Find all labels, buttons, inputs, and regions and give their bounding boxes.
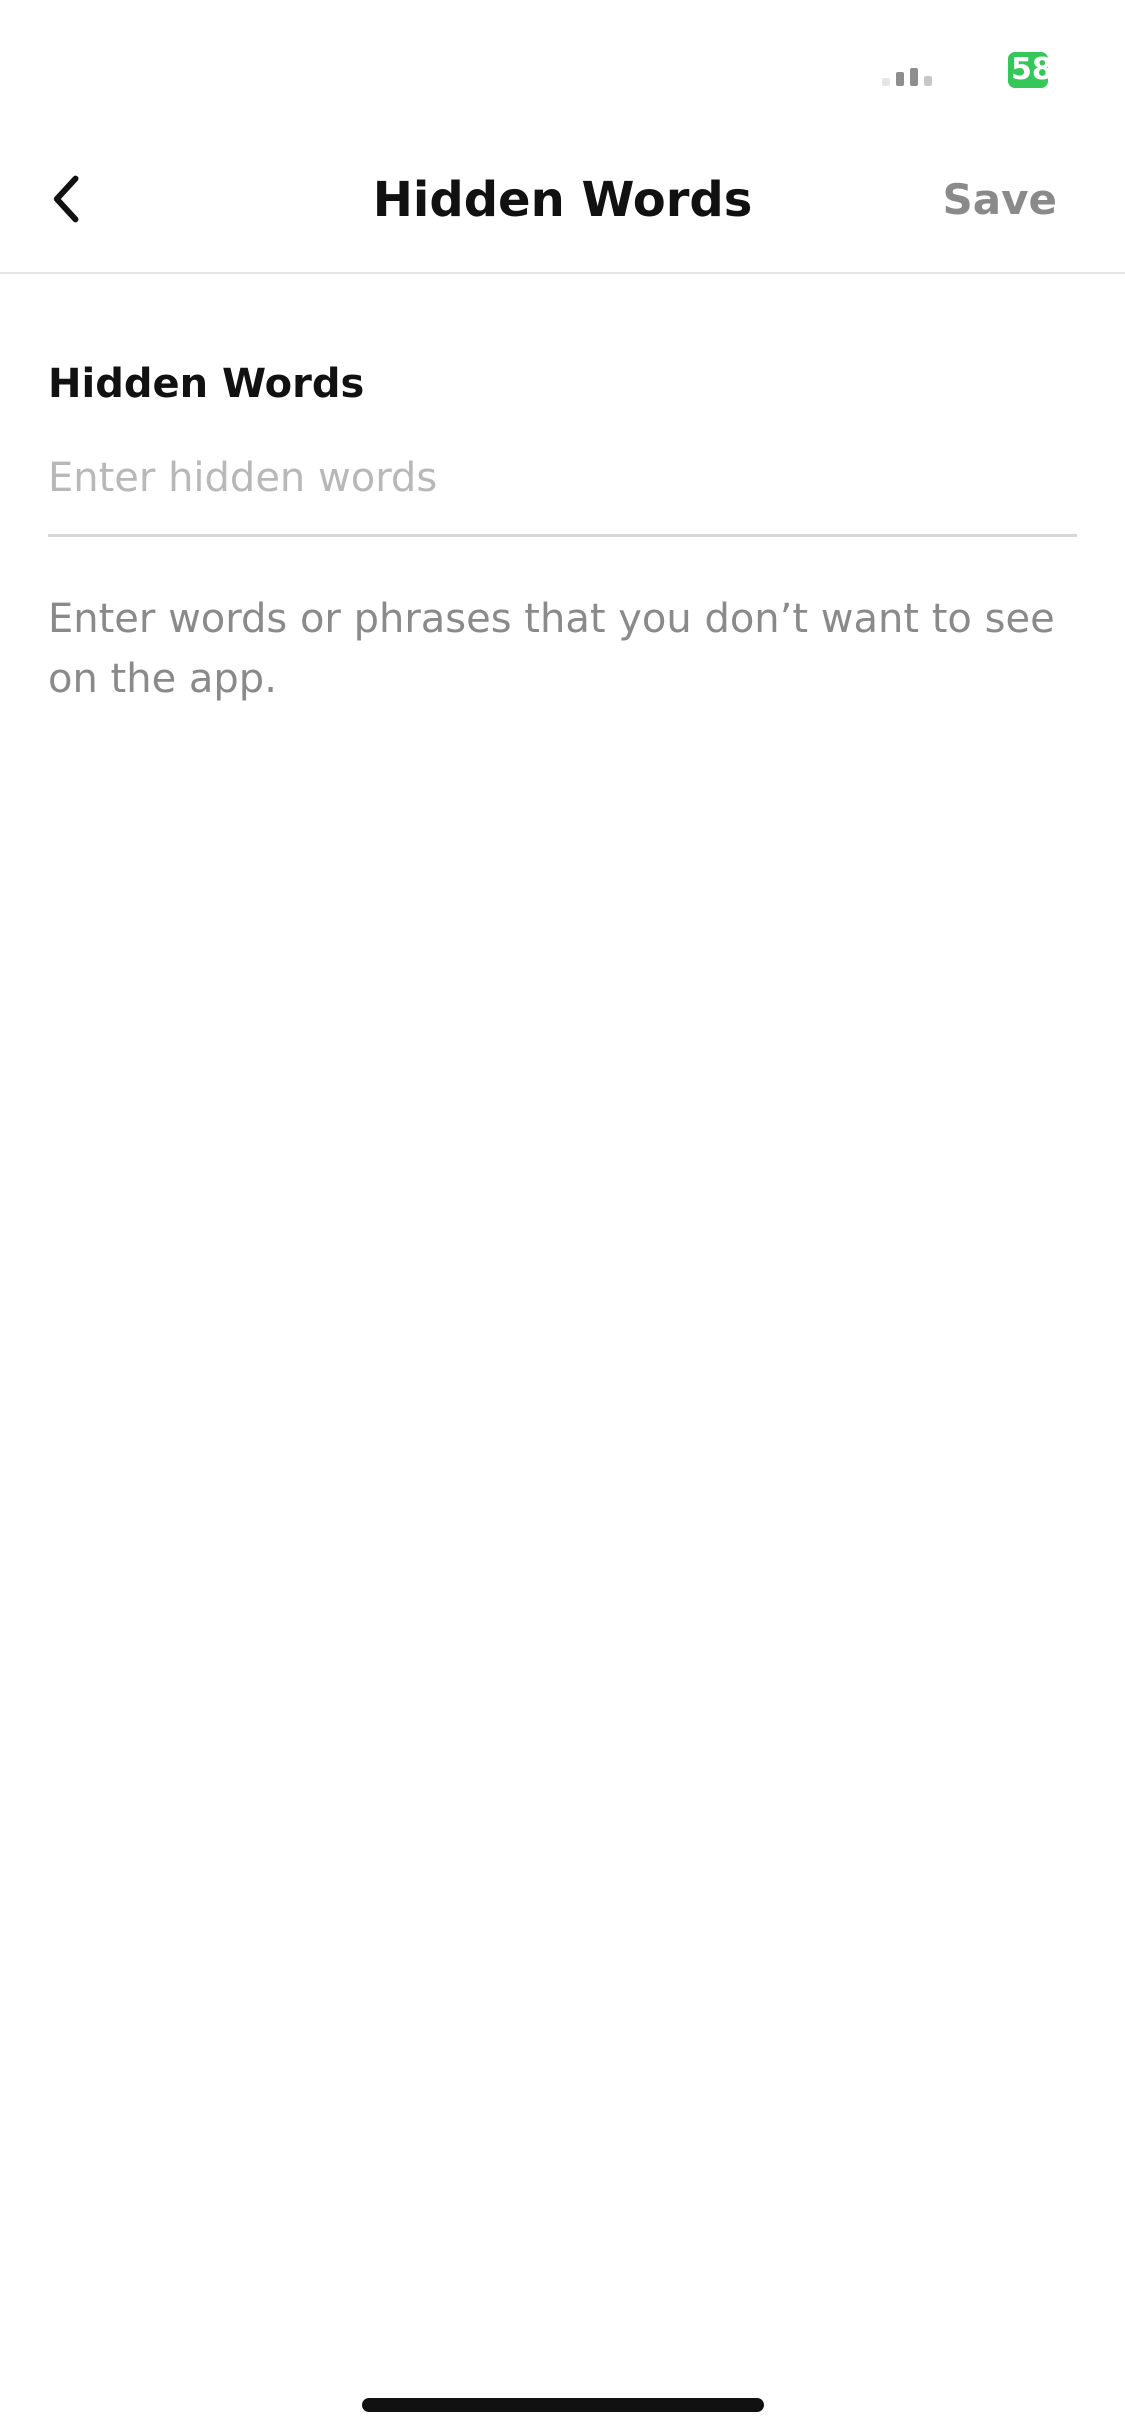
home-indicator[interactable] <box>362 2398 764 2412</box>
hidden-words-form: Hidden Words Enter words or phrases that… <box>48 274 1077 709</box>
status-bar: 58 <box>0 0 1125 140</box>
hidden-words-label: Hidden Words <box>48 361 365 407</box>
help-text: Enter words or phrases that you don’t wa… <box>48 596 1055 702</box>
input-underline <box>48 534 1077 537</box>
cellular-signal-icon <box>882 68 932 86</box>
battery-level: 58 <box>1011 52 1048 87</box>
navigation-bar: Hidden Words Save <box>0 140 1125 274</box>
save-button[interactable]: Save <box>943 170 1057 230</box>
battery-icon: 58 <box>1008 52 1048 88</box>
hidden-words-input[interactable] <box>48 448 1077 508</box>
